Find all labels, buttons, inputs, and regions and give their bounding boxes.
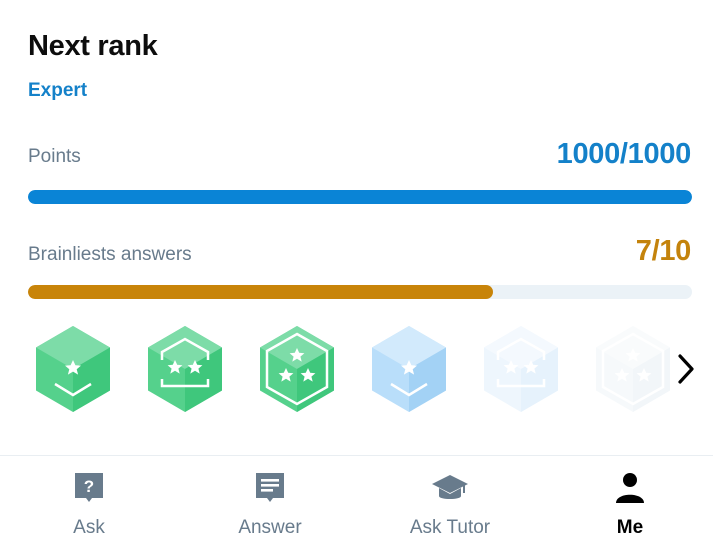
points-progress-bar	[28, 190, 692, 204]
one-star-blue-badge-icon	[370, 324, 448, 414]
person-icon	[612, 470, 648, 506]
nav-label-answer: Answer	[238, 517, 302, 538]
nav-item-ask-tutor[interactable]: Ask Tutor	[361, 456, 539, 552]
two-star-green-badge-icon	[146, 324, 224, 414]
three-star-green-badge-icon	[258, 324, 336, 414]
rank-name: Expert	[28, 80, 88, 101]
nav-label-ask-tutor: Ask Tutor	[409, 517, 491, 538]
svg-text:?: ?	[84, 477, 94, 496]
two-star-blue-faded-badge-icon	[482, 324, 560, 414]
brainliest-label: Brainliests answers	[28, 244, 192, 265]
nav-item-me[interactable]: Me	[541, 456, 713, 552]
brainliest-value: 7/10	[635, 235, 692, 267]
nav-item-ask[interactable]: ? Ask	[0, 456, 178, 552]
answer-bubble-icon	[252, 470, 288, 506]
brainliest-progress-fill	[28, 285, 493, 299]
graduation-cap-icon	[432, 470, 468, 506]
brainliest-progress-bar	[28, 285, 692, 299]
chevron-right-icon[interactable]	[674, 352, 698, 386]
bottom-navigation: ? Ask Answer Ask Tutor Me	[0, 455, 713, 552]
page-title: Next rank	[28, 30, 158, 62]
points-label: Points	[28, 146, 81, 167]
points-progress-fill	[28, 190, 692, 204]
nav-label-me: Me	[616, 517, 644, 538]
points-value: 1000/1000	[556, 138, 692, 170]
rank-badges-row	[34, 324, 674, 414]
nav-item-answer[interactable]: Answer	[181, 456, 359, 552]
question-bubble-icon: ?	[71, 470, 107, 506]
next-rank-panel: Next rank Expert Points 1000/1000 Brainl…	[0, 0, 713, 455]
one-star-green-badge-icon	[34, 324, 112, 414]
nav-label-ask: Ask	[73, 517, 105, 538]
three-star-faded-badge-icon	[594, 324, 672, 414]
